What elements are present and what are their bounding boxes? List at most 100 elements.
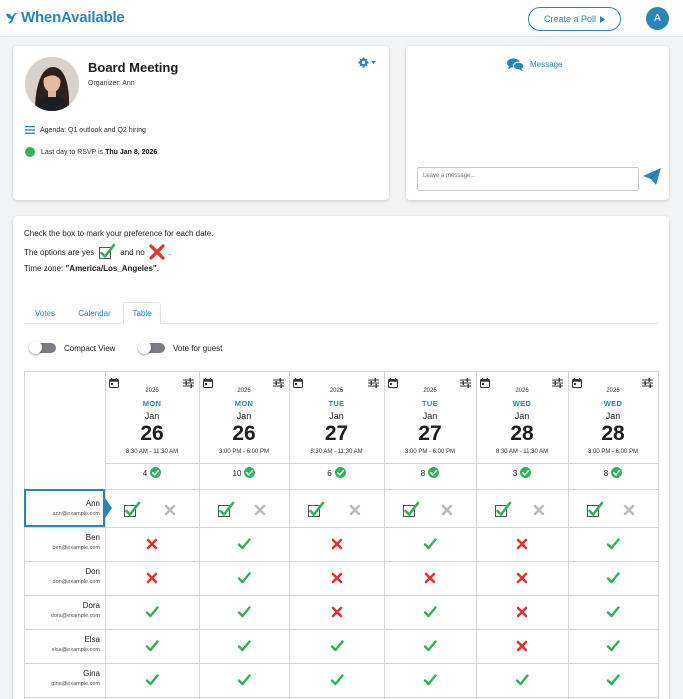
date-month: Jan	[605, 411, 621, 421]
date-time-range: 8:30 AM - 11:30 AM	[310, 449, 363, 455]
vote-yes-icon	[606, 673, 620, 687]
check-circle-icon	[428, 467, 440, 480]
date-day: 27	[324, 422, 349, 445]
guest-vote-toggle[interactable]: Vote for guest	[138, 341, 223, 354]
compact-view-switch[interactable]	[29, 341, 56, 354]
participant-name-cell: Gina gina@example.com	[24, 663, 105, 697]
grid-hline	[24, 697, 658, 698]
date-day: 28	[510, 422, 534, 445]
date-day: 28	[601, 422, 625, 445]
participant-email: dora@example.com	[50, 613, 100, 619]
vote-yes-icon	[145, 605, 159, 619]
date-month: Jan	[144, 411, 160, 421]
date-month: Jan	[236, 411, 252, 421]
vote-yes-icon	[330, 673, 344, 687]
bird-logo-icon	[6, 12, 18, 23]
send-icon[interactable]	[642, 167, 662, 187]
participant-email: ben@example.com	[52, 545, 100, 551]
guest-vote-label: Vote for guest	[173, 343, 223, 353]
timezone-line: Time zone: "America/Los_Angeles".	[24, 264, 159, 273]
vote-yes-checkbox[interactable]	[123, 501, 141, 519]
yes-count: 8	[384, 467, 476, 480]
vote-yes-icon	[330, 639, 344, 653]
participant-name: Elsa	[84, 635, 100, 644]
message-input[interactable]: Leave a message...	[417, 167, 639, 191]
yes-count: 4	[105, 467, 199, 480]
yes-count-number: 10	[232, 469, 242, 478]
date-month: Jan	[329, 411, 344, 421]
date-year: 2026	[423, 388, 437, 394]
options-prefix: The options are yes	[24, 247, 95, 257]
participant-email: gina@example.com	[51, 681, 100, 687]
date-year: 2026	[329, 388, 344, 394]
vote-yes-checkbox[interactable]	[586, 501, 604, 519]
date-month: Jan	[514, 411, 530, 421]
tab-votes[interactable]: Votes	[24, 302, 66, 324]
yes-count-number: 3	[512, 469, 518, 478]
vote-yes-icon	[606, 605, 620, 619]
vote-no-option[interactable]	[532, 503, 546, 517]
timezone-prefix: Time zone:	[24, 264, 66, 273]
participant-name: Don	[85, 567, 100, 576]
participant-name: Ben	[85, 533, 100, 542]
timezone-suffix: .	[156, 264, 159, 273]
tab-calendar[interactable]: Calendar	[72, 302, 117, 324]
view-tabs: Votes Calendar Table	[24, 302, 658, 324]
date-weekday: MON	[142, 399, 162, 408]
grid-hline	[24, 527, 658, 528]
chevron-down-icon	[371, 60, 376, 64]
guest-vote-switch[interactable]	[138, 341, 165, 354]
status-dot-icon	[25, 147, 35, 157]
check-circle-icon	[520, 467, 532, 480]
vote-no-option[interactable]	[440, 503, 454, 517]
vote-no-icon	[423, 571, 437, 585]
vote-yes-icon	[606, 537, 620, 551]
options-suffix: .	[168, 247, 171, 257]
participant-name-cell: Ann ann@example.com	[24, 489, 105, 527]
vote-no-option[interactable]	[622, 503, 636, 517]
vote-no-option[interactable]	[348, 503, 362, 517]
date-weekday: WED	[512, 399, 532, 408]
message-link[interactable]: Message	[507, 58, 562, 71]
vote-yes-icon	[237, 639, 251, 653]
create-poll-button[interactable]: Create a Poll	[528, 7, 621, 31]
vote-no-icon	[515, 537, 529, 551]
user-avatar[interactable]: A	[646, 7, 669, 30]
date-day: 26	[140, 422, 164, 445]
date-year: 2026	[237, 388, 251, 394]
event-card: Board Meeting Organizer: Ann Agenda: Q1 …	[13, 46, 389, 200]
vote-yes-checkbox[interactable]	[402, 501, 420, 519]
vote-yes-checkbox[interactable]	[494, 501, 512, 519]
vote-no-icon	[330, 571, 344, 585]
vote-no-icon	[330, 605, 344, 619]
date-column-header: 2026 MON Jan 26 8:30 AM - 11:30 AM 4	[105, 371, 199, 489]
timezone-value: "America/Los_Angeles"	[65, 264, 157, 273]
date-day: 27	[418, 422, 442, 445]
date-time-range: 3:00 PM - 6:00 PM	[218, 449, 270, 455]
grid-hline	[24, 629, 658, 630]
date-column-header: 2026 MON Jan 26 3:00 PM - 6:00 PM 10	[199, 371, 289, 489]
participant-name: Ann	[85, 499, 100, 508]
vote-yes-icon	[423, 605, 437, 619]
top-bar: WhenAvailable Create a Poll A	[0, 0, 683, 37]
date-column-header: 2026 TUE Jan 27 8:30 AM - 11:30 AM 6	[289, 371, 384, 489]
vote-yes-icon	[237, 571, 251, 585]
vote-yes-checkbox[interactable]	[307, 501, 325, 519]
settings-menu[interactable]	[358, 57, 376, 68]
yes-count-number: 8	[603, 469, 609, 478]
check-legend-icon	[99, 243, 116, 259]
vote-yes-icon	[145, 673, 159, 687]
date-column-header: 2026 WED Jan 28 8:30 AM - 11:30 AM 3	[476, 371, 568, 489]
rsvp-date: Thu Jan 8, 2026	[105, 148, 158, 156]
vote-yes-checkbox[interactable]	[217, 501, 235, 519]
current-user-arrow	[105, 498, 112, 518]
vote-no-option[interactable]	[163, 503, 177, 517]
date-day: 26	[232, 422, 256, 445]
date-time-range: 8:30 AM - 11:30 AM	[495, 449, 549, 455]
agenda-text: Agenda: Q1 outlook and Q2 hiring	[40, 126, 146, 134]
tab-table[interactable]: Table	[123, 302, 161, 324]
logo[interactable]: WhenAvailable	[5, 9, 125, 26]
vote-no-option[interactable]	[253, 503, 267, 517]
x-legend-icon	[149, 244, 165, 260]
compact-view-toggle[interactable]: Compact View	[29, 341, 115, 354]
